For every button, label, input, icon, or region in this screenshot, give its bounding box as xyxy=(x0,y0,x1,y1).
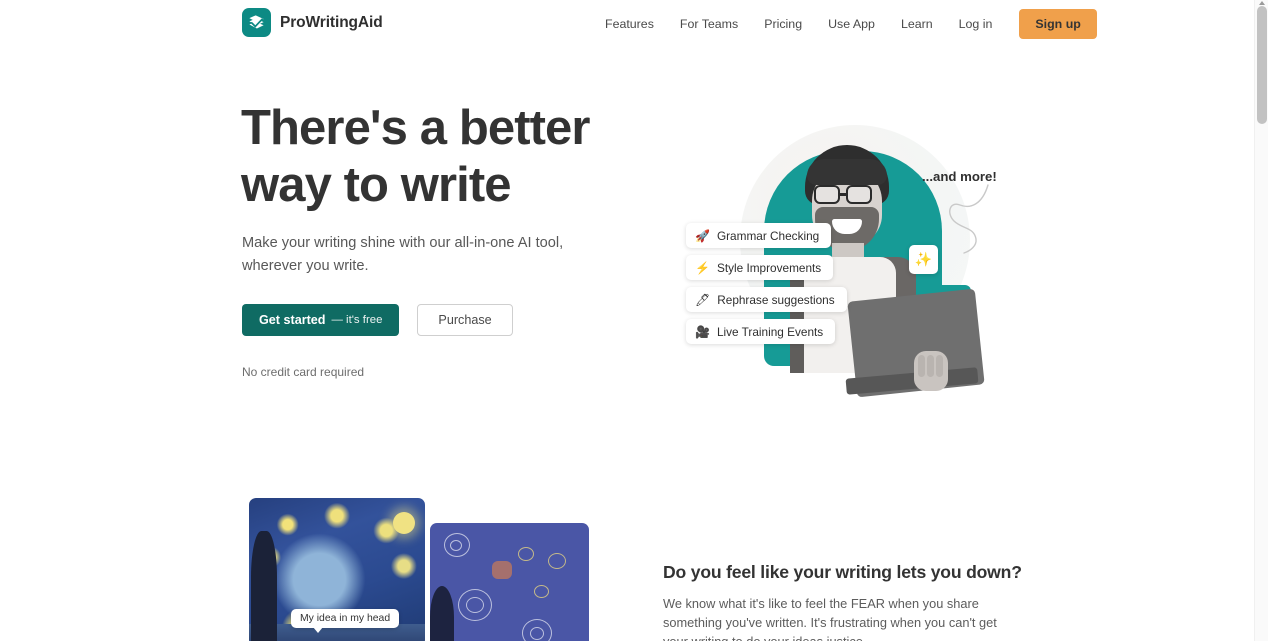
no-credit-card-note: No credit card required xyxy=(242,365,365,379)
idea-speech-bubble: My idea in my head xyxy=(291,609,400,633)
scroll-up-arrow-icon[interactable] xyxy=(1259,1,1265,5)
book-check-icon xyxy=(242,8,271,37)
feature-pill-style-improvements[interactable]: ⚡ Style Improvements xyxy=(686,255,834,280)
video-camera-icon: 🎥 xyxy=(695,324,710,339)
page-title: There's a better way to write xyxy=(241,100,671,214)
purchase-button[interactable]: Purchase xyxy=(417,304,513,336)
hero-illustration: ✨ ...and more! 🚀 Grammar Checking ⚡ Styl… xyxy=(660,105,1020,398)
sketch-panel-image xyxy=(430,523,589,641)
feature-pill-label: Grammar Checking xyxy=(716,228,820,243)
lightning-icon: ⚡ xyxy=(695,260,710,275)
nav-item-learn[interactable]: Learn xyxy=(888,10,946,38)
starry-night-image: My idea in my head xyxy=(249,498,425,641)
sign-up-button[interactable]: Sign up xyxy=(1019,9,1097,39)
hero-subtitle: Make your writing shine with our all-in-… xyxy=(242,235,564,274)
hero-cta-row: Get started — it's free Purchase xyxy=(242,304,513,336)
main-nav: Features For Teams Pricing Use App Learn… xyxy=(605,9,1097,39)
idea-comparison-images: My idea in my head xyxy=(249,498,589,641)
nav-item-pricing[interactable]: Pricing xyxy=(751,10,815,38)
feature-pill-list: 🚀 Grammar Checking ⚡ Style Improvements … xyxy=(686,223,847,344)
lower-section-body: We know what it's like to feel the FEAR … xyxy=(663,596,997,641)
rocket-icon: 🚀 xyxy=(695,228,710,243)
get-started-button[interactable]: Get started — it's free xyxy=(242,304,400,336)
hero-title-line-1: There's a better xyxy=(241,101,590,155)
pen-icon: 🖊 xyxy=(695,292,711,307)
glasses-icon xyxy=(814,185,840,204)
and-more-annotation: ...and more! xyxy=(922,169,997,184)
site-header: ProWritingAid Features For Teams Pricing… xyxy=(0,0,1254,48)
lower-section-text: Do you feel like your writing lets you d… xyxy=(663,562,1022,641)
feature-pill-label: Live Training Events xyxy=(716,324,824,339)
scrollbar-thumb[interactable] xyxy=(1257,6,1267,124)
get-started-free-note: — it's free xyxy=(331,314,383,326)
nav-item-use-app[interactable]: Use App xyxy=(815,10,888,38)
hero-title-line-2: way to write xyxy=(241,158,512,212)
nav-item-for-teams[interactable]: For Teams xyxy=(667,10,751,38)
feature-pill-label: Style Improvements xyxy=(716,260,822,275)
get-started-label: Get started xyxy=(259,313,326,327)
lower-section-title: Do you feel like your writing lets you d… xyxy=(663,562,1022,582)
page-scrollbar[interactable] xyxy=(1254,0,1268,641)
curly-arrow-icon xyxy=(949,184,989,254)
feature-pill-grammar-checking[interactable]: 🚀 Grammar Checking xyxy=(686,223,832,248)
feature-pill-label: Rephrase suggestions xyxy=(717,292,835,307)
page-root: ProWritingAid Features For Teams Pricing… xyxy=(0,0,1254,641)
feature-pill-live-training-events[interactable]: 🎥 Live Training Events xyxy=(686,319,836,344)
feature-pill-rephrase-suggestions[interactable]: 🖊 Rephrase suggestions xyxy=(686,287,847,312)
nav-item-log-in[interactable]: Log in xyxy=(946,10,1006,38)
brand-name: ProWritingAid xyxy=(280,13,383,31)
nav-item-features[interactable]: Features xyxy=(605,10,667,38)
brand-logo-link[interactable]: ProWritingAid xyxy=(242,8,383,37)
